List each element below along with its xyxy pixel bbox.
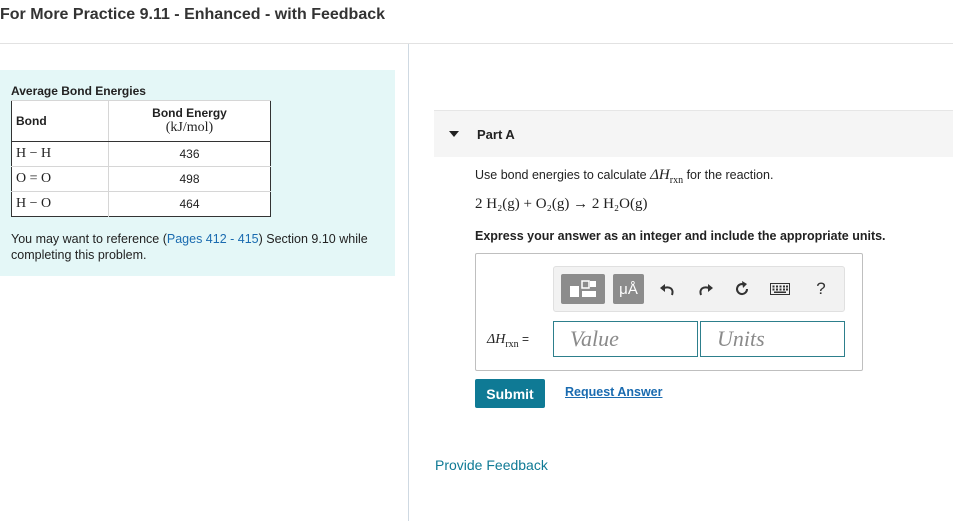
header-bond: Bond — [11, 100, 109, 142]
table-caption: Average Bond Energies — [11, 84, 146, 98]
help-icon[interactable]: ? — [809, 274, 833, 304]
part-a-header[interactable]: Part A — [434, 110, 953, 157]
value-input[interactable] — [553, 321, 698, 357]
delta-h-letter: ΔH — [650, 167, 670, 183]
instruction-text: Express your answer as an integer and in… — [475, 229, 886, 243]
table-row: H − O 464 — [11, 191, 271, 217]
table-row: H − H 436 — [11, 141, 271, 167]
units-icon[interactable]: μÅ — [613, 274, 644, 304]
templates-icon[interactable] — [561, 274, 605, 304]
keyboard-icon[interactable] — [768, 274, 792, 304]
energy-cell: 436 — [108, 141, 271, 167]
header-energy-label: Bond Energy — [152, 106, 227, 120]
page-title: For More Practice 9.11 - Enhanced - with… — [0, 6, 386, 23]
bond-cell: H − O — [11, 191, 109, 217]
answer-label-symbol: ΔH — [487, 332, 506, 347]
bond-cell: H − H — [11, 141, 109, 167]
energy-cell: 464 — [108, 191, 271, 217]
redo-icon[interactable] — [693, 274, 717, 304]
answer-label: ΔHrxn = — [487, 332, 529, 350]
header-energy-unit: (kJ/mol) — [165, 120, 214, 135]
column-divider — [408, 44, 409, 521]
reset-icon[interactable] — [730, 274, 754, 304]
question-suffix: for the reaction. — [683, 168, 774, 182]
answer-label-equals: = — [518, 332, 530, 346]
reference-prefix: You may want to reference ( — [11, 232, 167, 246]
provide-feedback-link[interactable]: Provide Feedback — [435, 457, 548, 473]
header-energy: Bond Energy (kJ/mol) — [108, 100, 271, 142]
bond-cell: O = O — [11, 166, 109, 192]
question-text: Use bond energies to calculate ΔHrxn for… — [475, 167, 773, 186]
info-panel: Average Bond Energies Bond Bond Energy (… — [0, 70, 395, 276]
reaction-equation: 2 H₂(g) + O₂(g) → 2 H₂O(g) — [475, 196, 648, 212]
request-answer-link[interactable]: Request Answer — [565, 385, 662, 399]
answer-label-subscript: rxn — [505, 338, 519, 350]
delta-h-subscript: rxn — [669, 175, 684, 186]
math-toolbar: μÅ ? — [553, 266, 845, 312]
table-row: O = O 498 — [11, 166, 271, 192]
reference-note: You may want to reference (Pages 412 - 4… — [11, 231, 391, 263]
collapse-caret-icon[interactable] — [449, 131, 459, 137]
question-prefix: Use bond energies to calculate — [475, 168, 651, 182]
delta-h-symbol: ΔHrxn — [650, 167, 684, 186]
pages-link[interactable]: Pages 412 - 415 — [167, 232, 259, 246]
undo-icon[interactable] — [656, 274, 680, 304]
header-divider — [0, 43, 953, 44]
submit-button[interactable]: Submit — [475, 379, 545, 408]
units-input[interactable] — [700, 321, 845, 357]
part-label: Part A — [477, 127, 515, 142]
answer-box: μÅ ? ΔHrxn = — [475, 253, 863, 371]
bond-energy-table: Bond Bond Energy (kJ/mol) H − H 436 O = … — [11, 100, 271, 217]
energy-cell: 498 — [108, 166, 271, 192]
